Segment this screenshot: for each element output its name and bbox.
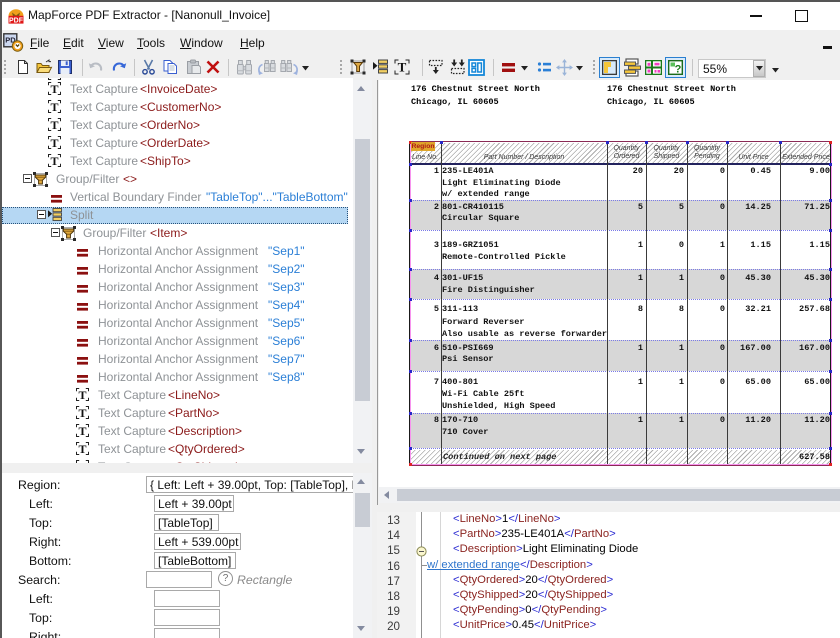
svg-text:T: T	[78, 424, 86, 437]
svg-text:T: T	[50, 136, 58, 149]
svg-text:T: T	[50, 118, 58, 131]
svg-text:T: T	[50, 154, 58, 167]
svg-text:T: T	[398, 60, 407, 75]
svg-text:T: T	[50, 82, 58, 95]
svg-text:T: T	[78, 388, 86, 401]
svg-text:T: T	[50, 100, 58, 113]
svg-text:T: T	[78, 460, 86, 463]
svg-text:?: ?	[675, 64, 682, 76]
svg-text:PDF: PDF	[9, 17, 24, 24]
svg-text:T: T	[78, 442, 86, 455]
svg-text:T: T	[78, 406, 86, 419]
